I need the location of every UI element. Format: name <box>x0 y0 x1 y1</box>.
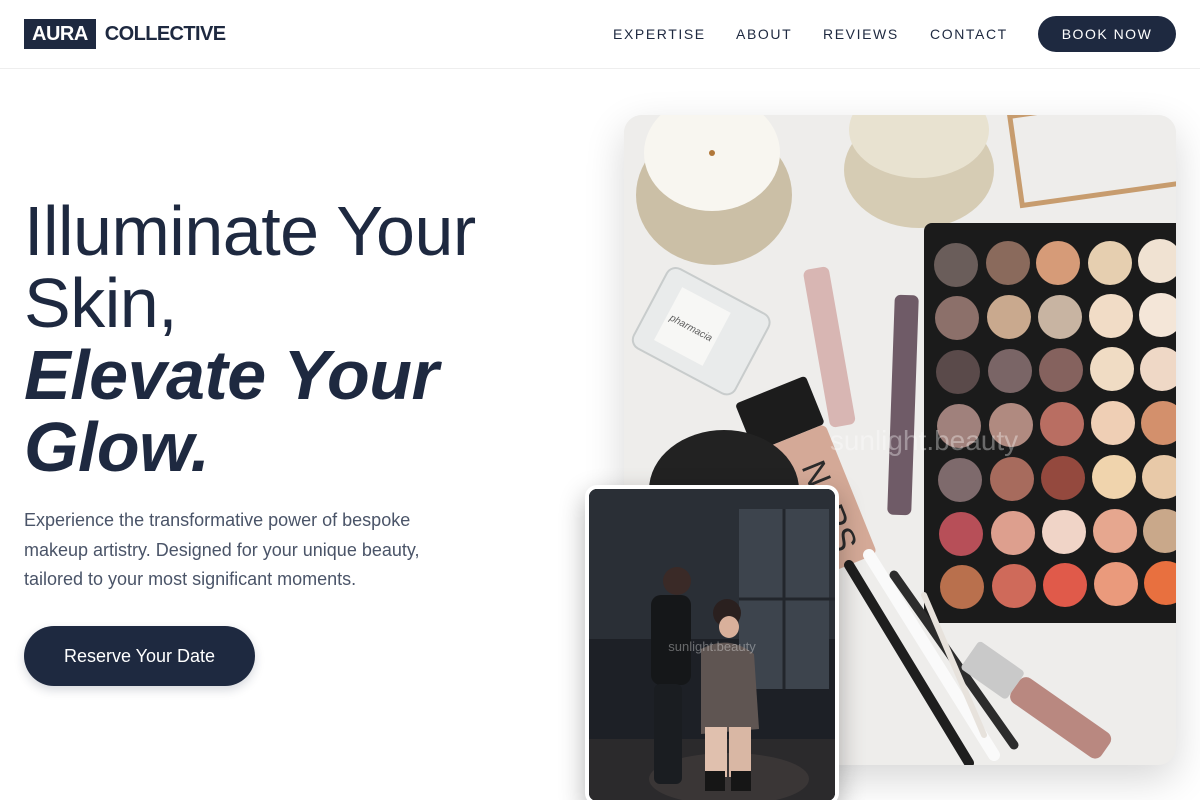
nav-link-expertise[interactable]: EXPERTISE <box>613 26 706 42</box>
hero-description: Experience the transformative power of b… <box>24 510 420 589</box>
nav-link-reviews[interactable]: REVIEWS <box>823 26 899 42</box>
logo-text: COLLECTIVE <box>104 22 226 45</box>
headline-line-3: Elevate Your <box>24 336 439 414</box>
reserve-date-button[interactable]: Reserve Your Date <box>24 626 255 686</box>
makeup-session-photo: sunlight.beauty <box>585 485 839 800</box>
nav-link-about[interactable]: ABOUT <box>736 26 792 42</box>
headline-line-2: Skin, <box>24 264 178 342</box>
nav-link-contact[interactable]: CONTACT <box>930 26 1008 42</box>
hero-headline: Illuminate Your Skin, Elevate Your Glow. <box>24 195 564 483</box>
main-image-watermark: sunlight.beauty <box>830 425 1018 456</box>
headline-line-1: Illuminate Your <box>24 192 476 270</box>
logo-box: AURA <box>24 19 96 49</box>
site-header: AURA COLLECTIVE EXPERTISE ABOUT REVIEWS … <box>0 0 1200 69</box>
inset-image-watermark: sunlight.beauty <box>668 639 756 654</box>
book-now-button[interactable]: BOOK NOW <box>1038 16 1176 52</box>
brand-logo[interactable]: AURA COLLECTIVE <box>24 19 226 49</box>
headline-line-4: Glow. <box>24 408 210 486</box>
